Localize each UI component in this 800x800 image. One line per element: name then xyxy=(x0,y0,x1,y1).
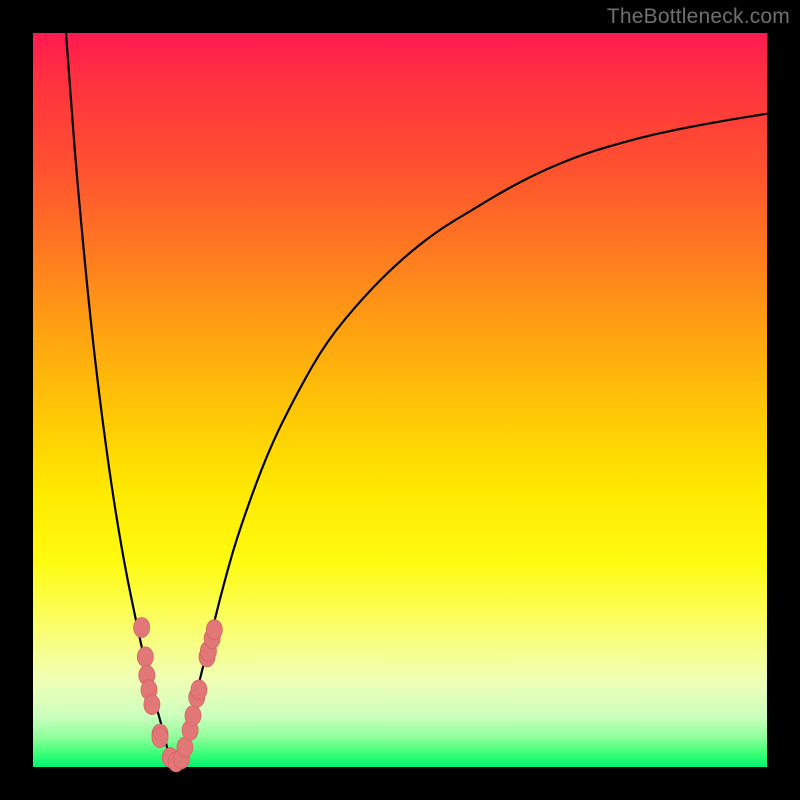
data-point xyxy=(134,618,150,638)
bottleneck-curve xyxy=(66,33,767,767)
data-point xyxy=(191,680,207,700)
data-point xyxy=(137,647,153,667)
data-points xyxy=(134,618,223,772)
data-point xyxy=(206,620,222,640)
plot-area xyxy=(33,33,767,767)
chart-svg xyxy=(33,33,767,767)
data-point xyxy=(185,706,201,726)
chart-frame: TheBottleneck.com xyxy=(0,0,800,800)
data-point xyxy=(144,695,160,715)
watermark-text: TheBottleneck.com xyxy=(607,5,790,29)
data-point xyxy=(152,728,168,748)
